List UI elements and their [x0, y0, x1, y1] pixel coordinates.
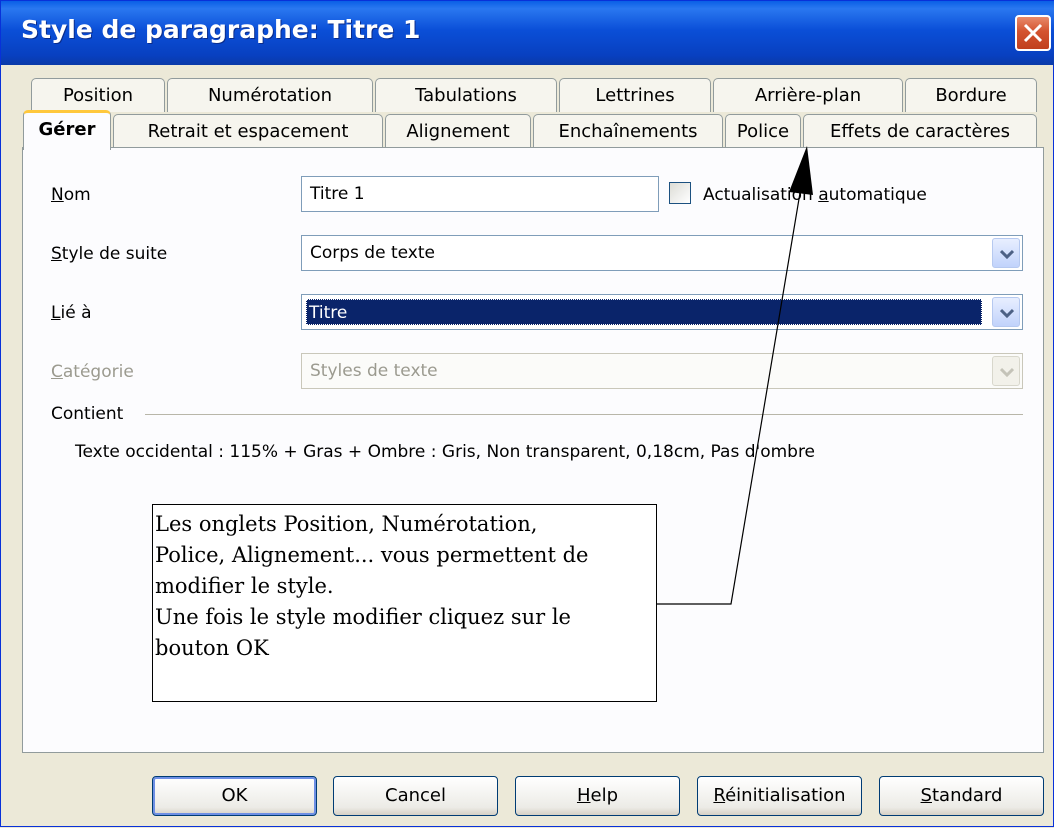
category-label: Catégorie	[51, 362, 134, 382]
cancel-button[interactable]: Cancel	[333, 776, 498, 816]
dialog-window: Style de paragraphe: Titre 1 Position Nu…	[0, 0, 1054, 827]
tab-gerer[interactable]: Gérer	[23, 110, 111, 150]
tab-retrait-espacement[interactable]: Retrait et espacement	[113, 114, 383, 148]
reset-button[interactable]: Réinitialisation	[697, 776, 862, 816]
annotation-callout: Les onglets Position, Numérotation, Poli…	[152, 504, 657, 702]
linked-to-select[interactable]: Titre	[301, 294, 1023, 330]
close-button[interactable]	[1015, 15, 1051, 51]
contains-separator	[145, 414, 1023, 415]
help-button[interactable]: Help	[515, 776, 680, 816]
tab-bordure[interactable]: Bordure	[905, 78, 1037, 112]
linked-to-label: Lié à	[51, 303, 92, 323]
contains-heading: Contient	[51, 404, 124, 424]
chevron-down-icon	[1000, 308, 1014, 318]
close-icon	[1023, 23, 1043, 43]
auto-update-checkbox[interactable]	[669, 182, 691, 204]
chevron-down-icon	[1000, 249, 1014, 259]
tab-enchainements[interactable]: Enchaînements	[533, 114, 723, 148]
tab-position[interactable]: Position	[31, 78, 165, 112]
chevron-down-icon	[1000, 367, 1014, 377]
title-bar[interactable]: Style de paragraphe: Titre 1	[1, 1, 1054, 65]
tab-police[interactable]: Police	[725, 114, 801, 148]
annotation-line: bouton OK	[155, 636, 269, 660]
dialog-title: Style de paragraphe: Titre 1	[21, 15, 421, 44]
ok-button[interactable]: OK	[152, 776, 317, 816]
next-style-value: Corps de texte	[310, 243, 435, 263]
standard-button[interactable]: Standard	[879, 776, 1044, 816]
next-style-select[interactable]: Corps de texte	[301, 235, 1023, 271]
linked-to-dropdown-button[interactable]	[992, 297, 1020, 327]
next-style-dropdown-button[interactable]	[992, 238, 1020, 268]
tab-alignement[interactable]: Alignement	[385, 114, 531, 148]
category-select: Styles de texte	[301, 353, 1023, 389]
next-style-label: Style de suite	[51, 244, 168, 264]
name-input[interactable]: Titre 1	[301, 176, 659, 212]
tab-numerotation[interactable]: Numérotation	[167, 78, 373, 112]
category-dropdown-button	[992, 356, 1020, 386]
tab-lettrines[interactable]: Lettrines	[559, 78, 711, 112]
annotation-line: Les onglets Position, Numérotation,	[155, 512, 538, 536]
category-value: Styles de texte	[310, 361, 438, 381]
tab-tabulations[interactable]: Tabulations	[375, 78, 557, 112]
linked-to-value: Titre	[306, 299, 982, 325]
auto-update-label: Actualisation automatique	[703, 185, 927, 205]
annotation-line: modifier le style.	[155, 574, 334, 598]
tab-effets-caracteres[interactable]: Effets de caractères	[803, 114, 1037, 148]
annotation-line: Police, Alignement... vous permettent de	[155, 543, 589, 567]
contains-text: Texte occidental : 115% + Gras + Ombre :…	[75, 442, 816, 462]
name-label: Nom	[51, 185, 91, 205]
annotation-line: Une fois le style modifier cliquez sur l…	[155, 605, 571, 629]
tab-arriere-plan[interactable]: Arrière-plan	[713, 78, 903, 112]
